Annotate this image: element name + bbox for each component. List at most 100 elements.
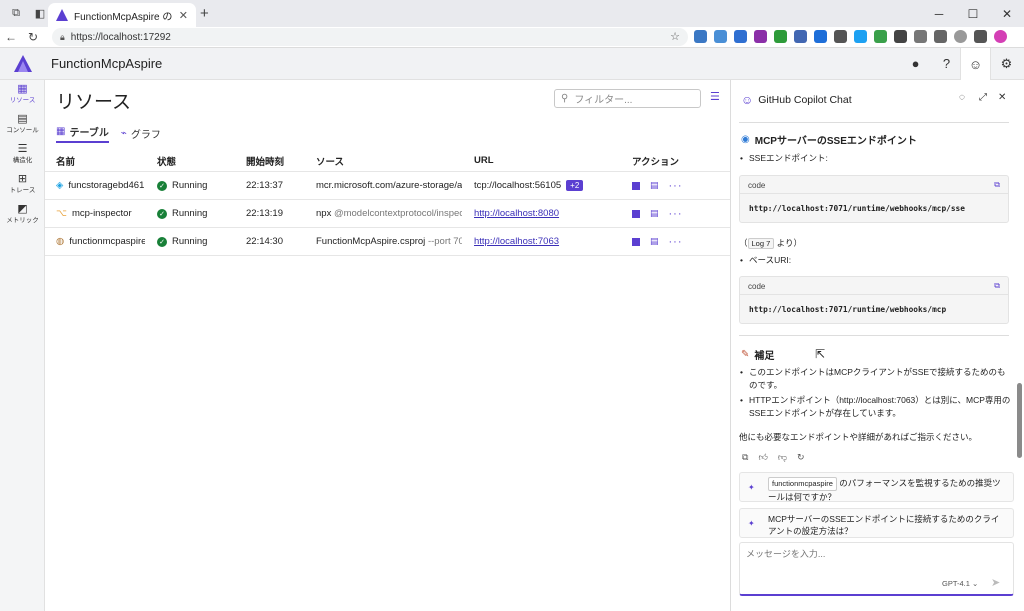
expand-icon[interactable]: ⤢: [979, 92, 987, 103]
tab-table[interactable]: ▦ テーブル: [56, 124, 109, 143]
profile-avatar[interactable]: [954, 30, 967, 43]
favorites-icon[interactable]: [934, 30, 947, 43]
extensions-puzzle-icon[interactable]: [914, 30, 927, 43]
storage-icon: ◈: [56, 180, 64, 191]
url-link[interactable]: http://localhost:8080: [474, 208, 559, 219]
nav-item-traces[interactable]: ⊞ トレース: [0, 173, 45, 201]
suggestion-button[interactable]: ✦ functionmcpaspire のパフォーマンスを監視するための推奨ツー…: [739, 472, 1014, 502]
close-tab-icon[interactable]: ✕: [179, 9, 188, 22]
column-header-name[interactable]: 名前: [45, 154, 145, 168]
browser-tab[interactable]: FunctionMcpAspire のリソース ✕: [48, 3, 196, 27]
start-time: 22:13:37: [246, 180, 283, 191]
refresh-icon[interactable]: ↻: [22, 30, 44, 44]
extension-icon[interactable]: [854, 30, 867, 43]
filter-options-icon[interactable]: ☰: [710, 90, 720, 103]
resource-name-cell[interactable]: ◈ funcstoragebd461: [45, 180, 145, 191]
extension-icon[interactable]: [734, 30, 747, 43]
maximize-button[interactable]: ☐: [956, 0, 990, 27]
more-actions-icon[interactable]: ···: [669, 208, 683, 220]
extension-icon[interactable]: [814, 30, 827, 43]
state-text: Running: [172, 180, 208, 191]
close-chat-icon[interactable]: ✕: [998, 92, 1006, 103]
bullet-item: HTTPエンドポイント（http://localhost:7063）とは別に、M…: [740, 394, 1011, 420]
resource-name: funcstoragebd461: [68, 180, 145, 191]
filter-input[interactable]: ⚲ フィルター...: [554, 89, 701, 108]
extension-icon[interactable]: [754, 30, 767, 43]
retry-icon[interactable]: ↻: [797, 452, 805, 463]
extension-icon[interactable]: [894, 30, 907, 43]
ref-suffix: より）: [776, 238, 803, 248]
workspaces-icon[interactable]: ⧉: [8, 6, 24, 22]
new-chat-icon[interactable]: ◌: [959, 92, 965, 103]
more-urls-badge[interactable]: +2: [566, 180, 584, 191]
suggestion-text: MCPサーバーのSSEエンドポイントに接続するためのクライアントの設定方法は？: [768, 514, 1000, 536]
new-tab-button[interactable]: +: [200, 5, 209, 22]
feedback-row: ⧉ 👍︎ 👎︎ ↻: [742, 452, 805, 463]
bullet-text: ベースURI:: [749, 255, 792, 265]
table-icon: ▦: [56, 126, 66, 137]
nav-item-structured[interactable]: ☰ 構造化: [0, 143, 45, 171]
chat-scrollbar[interactable]: [1017, 383, 1022, 458]
column-header-source[interactable]: ソース: [304, 154, 462, 168]
nav-item-resources[interactable]: ▦ リソース: [0, 83, 45, 111]
vertical-tabs-icon[interactable]: ◧: [32, 6, 48, 22]
favorite-star-icon[interactable]: ☆: [670, 30, 680, 43]
nav-item-metrics[interactable]: ◩ メトリック: [0, 203, 45, 231]
nav-label: リソース: [9, 97, 36, 104]
extension-icon[interactable]: [794, 30, 807, 43]
help-icon[interactable]: ?: [931, 48, 962, 79]
extension-icon[interactable]: [714, 30, 727, 43]
column-header-start[interactable]: 開始時刻: [234, 154, 304, 168]
globe-icon: ◉: [741, 134, 750, 145]
console-log-icon[interactable]: ▤: [650, 236, 659, 247]
resource-name-cell[interactable]: ⌥ mcp-inspector: [45, 208, 145, 219]
url-cell: http://localhost:7063: [462, 236, 620, 247]
more-actions-icon[interactable]: ···: [669, 180, 683, 192]
extension-icon[interactable]: [774, 30, 787, 43]
back-icon[interactable]: ←: [0, 30, 22, 44]
github-icon[interactable]: ●: [900, 48, 931, 79]
copilot-toggle-icon[interactable]: ☺: [960, 48, 991, 80]
bullet-item: このエンドポイントはMCPクライアントがSSEで接続するためのものです。: [740, 366, 1011, 392]
extension-icon[interactable]: [694, 30, 707, 43]
model-selector[interactable]: GPT-4.1 ⌄: [942, 579, 978, 588]
stop-icon[interactable]: [632, 209, 640, 218]
tab-label: グラフ: [130, 130, 161, 141]
app-window: ⧉ ◧ FunctionMcpAspire のリソース ✕ + ─ ☐ ✕ ← …: [0, 0, 1024, 611]
thumbs-up-icon[interactable]: 👍︎: [758, 452, 767, 463]
closing-text: 他にも必要なエンドポイントや詳細があればご指示ください。: [739, 432, 978, 442]
extension-icon[interactable]: [874, 30, 887, 43]
column-header-state[interactable]: 状態: [145, 154, 234, 168]
node-icon: ⌥: [56, 208, 67, 219]
nav-item-console[interactable]: ▤ コンソール: [0, 113, 45, 141]
copy-icon[interactable]: ⧉: [742, 452, 748, 463]
close-window-button[interactable]: ✕: [990, 0, 1024, 27]
thumbs-down-icon[interactable]: 👎︎: [778, 452, 787, 463]
log-reference-tag[interactable]: Log 7: [747, 238, 775, 249]
code-block: code ⧉ http://localhost:7071/runtime/web…: [739, 276, 1009, 324]
url-link[interactable]: http://localhost:7063: [474, 236, 559, 247]
copy-icon[interactable]: ⧉: [994, 180, 1000, 190]
more-menu-icon[interactable]: [974, 30, 987, 43]
code-block: code ⧉ http://localhost:7071/runtime/web…: [739, 175, 1009, 223]
copilot-icon[interactable]: [994, 30, 1007, 43]
send-icon[interactable]: ➤: [991, 576, 1000, 589]
url-field[interactable]: 🔒︎ https://localhost:17292 ☆: [52, 28, 688, 46]
more-actions-icon[interactable]: ···: [669, 236, 683, 248]
extension-icon[interactable]: [834, 30, 847, 43]
reference-line: （Log 7 より）: [739, 237, 802, 249]
mouse-cursor-icon: ⇱: [815, 347, 826, 361]
minimize-button[interactable]: ─: [922, 0, 956, 27]
chat-input[interactable]: [746, 549, 1006, 559]
actions-cell: ▤ ···: [620, 208, 730, 220]
copy-icon[interactable]: ⧉: [994, 281, 1000, 291]
suggestion-button[interactable]: ✦ MCPサーバーのSSEエンドポイントに接続するためのクライアントの設定方法は…: [739, 508, 1014, 538]
tab-graph[interactable]: ⌁ グラフ: [121, 124, 161, 143]
console-log-icon[interactable]: ▤: [650, 208, 659, 219]
console-log-icon[interactable]: ▤: [650, 180, 659, 191]
stop-icon[interactable]: [632, 237, 640, 246]
stop-icon[interactable]: [632, 181, 640, 190]
settings-gear-icon[interactable]: ⚙: [991, 48, 1022, 79]
resource-name-cell[interactable]: ◍ functionmcpaspire: [45, 236, 145, 247]
column-header-url[interactable]: URL: [462, 155, 620, 166]
